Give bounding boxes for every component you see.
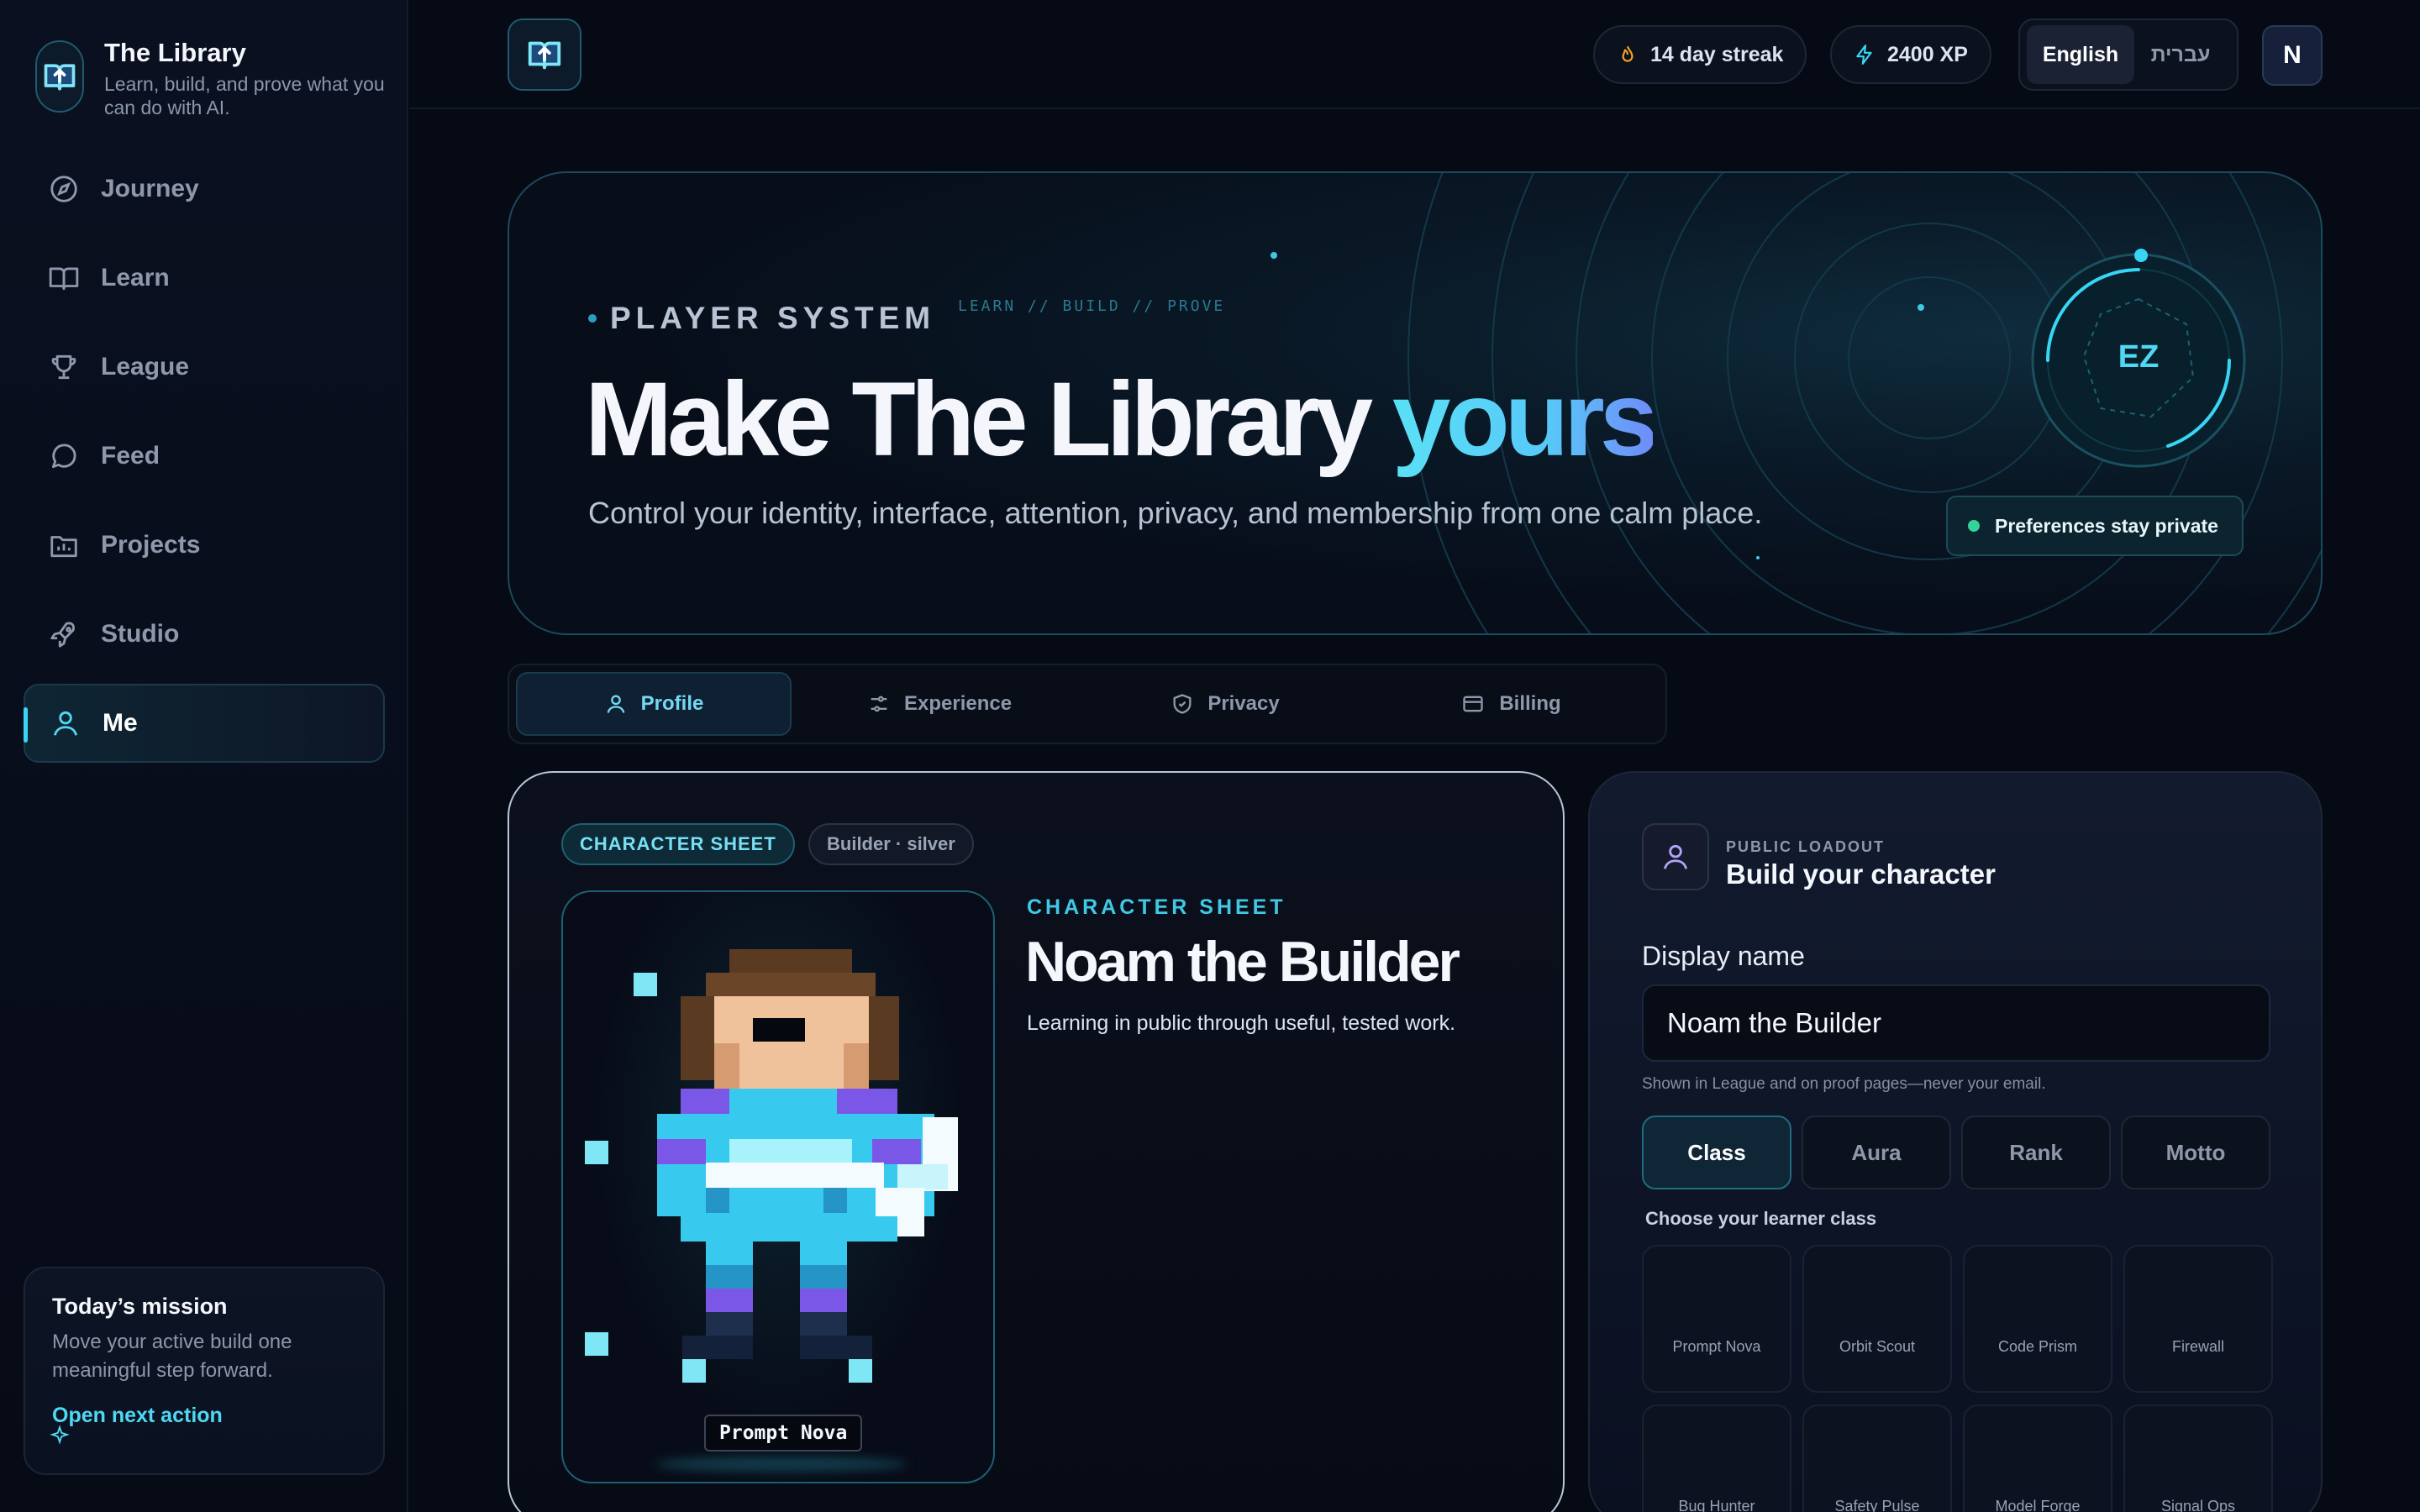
nav-label: Learn bbox=[101, 264, 170, 291]
tab-experience[interactable]: Experience bbox=[802, 672, 1077, 736]
class-rank-chip: Builder · silver bbox=[808, 823, 974, 865]
status-dot bbox=[1968, 520, 1980, 532]
portrait-class-label: Prompt Nova bbox=[704, 1415, 863, 1452]
character-sheet-chip: CHARACTER SHEET bbox=[561, 823, 795, 865]
hero-title: Make The Library yours bbox=[585, 361, 1658, 478]
nav-label: Me bbox=[103, 709, 138, 737]
rocket-icon bbox=[47, 617, 81, 651]
sliders-icon bbox=[867, 692, 891, 716]
nav-label: Studio bbox=[101, 620, 180, 648]
streak-text: 14 day streak bbox=[1650, 42, 1784, 66]
library-logo-icon bbox=[35, 40, 84, 113]
loadout-eyebrow: PUBLIC LOADOUT bbox=[1726, 838, 1885, 855]
character-portrait: Prompt Nova bbox=[561, 890, 995, 1483]
sidebar: The Library Learn, build, and prove what… bbox=[0, 0, 408, 1512]
folder-chart-icon bbox=[47, 528, 81, 562]
book-icon bbox=[47, 261, 81, 295]
xp-pill[interactable]: 2400 XP bbox=[1830, 25, 1991, 84]
nav-label: Projects bbox=[101, 531, 201, 559]
public-loadout-panel: PUBLIC LOADOUT Build your character Disp… bbox=[1588, 771, 2323, 1512]
nav-item-studio[interactable]: Studio bbox=[24, 595, 385, 674]
compass-icon bbox=[47, 172, 81, 206]
user-icon bbox=[1642, 823, 1709, 890]
segment-aura[interactable]: Aura bbox=[1802, 1116, 1951, 1189]
nav-item-me[interactable]: Me bbox=[24, 684, 385, 763]
loadout-title: Build your character bbox=[1726, 858, 1996, 890]
display-name-help: Shown in League and on proof pages—never… bbox=[1642, 1075, 2046, 1093]
class-option-prompt-nova[interactable]: Prompt Nova bbox=[1642, 1245, 1791, 1393]
learner-class-grid: Prompt Nova Orbit Scout Code Prism Firew… bbox=[1642, 1245, 2273, 1512]
tab-privacy[interactable]: Privacy bbox=[1087, 672, 1363, 736]
display-name-input[interactable]: Noam the Builder bbox=[1642, 984, 2270, 1062]
sparkle-icon bbox=[49, 1425, 71, 1451]
tab-billing[interactable]: Billing bbox=[1373, 672, 1649, 736]
nav-item-feed[interactable]: Feed bbox=[24, 417, 385, 496]
lang-english-button[interactable]: English bbox=[2027, 25, 2134, 84]
streak-pill[interactable]: 14 day streak bbox=[1593, 25, 1807, 84]
display-name-label: Display name bbox=[1642, 941, 1805, 971]
brand-title: The Library bbox=[104, 38, 246, 67]
segment-class[interactable]: Class bbox=[1642, 1116, 1791, 1189]
brand[interactable]: The Library Learn, build, and prove what… bbox=[35, 37, 390, 119]
lightning-icon bbox=[1854, 44, 1876, 66]
character-sheet-eyebrow: CHARACTER SHEET bbox=[1027, 895, 1286, 919]
privacy-note-pill: Preferences stay private bbox=[1946, 496, 2244, 556]
segment-rank[interactable]: Rank bbox=[1961, 1116, 2111, 1189]
trophy-icon bbox=[47, 350, 81, 384]
brand-subtitle: Learn, build, and prove what you can do … bbox=[104, 73, 385, 118]
credit-card-icon bbox=[1460, 692, 1486, 716]
class-option-bug-hunter[interactable]: Bug Hunter bbox=[1642, 1404, 1791, 1512]
nav-label: League bbox=[101, 353, 190, 381]
settings-tabs: Profile Experience Privacy Billing bbox=[508, 664, 1667, 744]
nav-label: Journey bbox=[101, 175, 199, 202]
hero-banner: PLAYER SYSTEM LEARN // BUILD // PROVE Ma… bbox=[508, 171, 2323, 635]
mission-title: Today’s mission bbox=[52, 1294, 228, 1319]
tab-profile[interactable]: Profile bbox=[516, 672, 792, 736]
user-icon bbox=[49, 706, 82, 740]
class-option-model-forge[interactable]: Model Forge bbox=[1963, 1404, 2112, 1512]
hero-mono-tag: LEARN // BUILD // PROVE bbox=[958, 297, 1226, 315]
class-option-orbit-scout[interactable]: Orbit Scout bbox=[1802, 1245, 1952, 1393]
class-option-safety-pulse[interactable]: Safety Pulse bbox=[1802, 1404, 1952, 1512]
class-option-signal-ops[interactable]: Signal Ops bbox=[2123, 1404, 2273, 1512]
chat-bubble-icon bbox=[47, 439, 81, 473]
main-nav: Journey Learn League Feed Projects Studi… bbox=[24, 150, 385, 773]
home-logo-button[interactable] bbox=[508, 18, 581, 91]
user-icon bbox=[604, 692, 628, 716]
badge-initials: EZ bbox=[2118, 339, 2160, 375]
player-badge: EZ bbox=[2008, 222, 2269, 486]
top-bar: 14 day streak 2400 XP English עברית N bbox=[410, 0, 2420, 109]
segment-motto[interactable]: Motto bbox=[2121, 1116, 2270, 1189]
account-avatar-button[interactable]: N bbox=[2262, 25, 2323, 86]
class-option-firewall[interactable]: Firewall bbox=[2123, 1245, 2273, 1393]
pixel-character-sprite bbox=[585, 949, 958, 1383]
nav-item-projects[interactable]: Projects bbox=[24, 506, 385, 585]
lang-hebrew-button[interactable]: עברית bbox=[2134, 25, 2227, 84]
language-switcher: English עברית bbox=[2018, 18, 2238, 91]
loadout-segment-control: Class Aura Rank Motto bbox=[1642, 1116, 2270, 1189]
shield-check-icon bbox=[1171, 692, 1194, 716]
character-tagline: Learning in public through useful, teste… bbox=[1027, 1011, 1456, 1035]
nav-item-learn[interactable]: Learn bbox=[24, 239, 385, 318]
hero-subtitle: Control your identity, interface, attent… bbox=[588, 496, 1763, 530]
nav-item-journey[interactable]: Journey bbox=[24, 150, 385, 228]
open-next-action-link[interactable]: Open next action bbox=[52, 1404, 356, 1428]
todays-mission-card: Today’s mission Move your active build o… bbox=[24, 1267, 385, 1475]
choose-class-heading: Choose your learner class bbox=[1645, 1208, 1877, 1229]
character-sheet-card: CHARACTER SHEET Builder · silver Prompt … bbox=[508, 771, 1565, 1512]
xp-text: 2400 XP bbox=[1887, 42, 1968, 66]
hero-eyebrow: PLAYER SYSTEM bbox=[588, 301, 935, 336]
character-name: Noam the Builder bbox=[1025, 930, 1460, 994]
nav-item-league[interactable]: League bbox=[24, 328, 385, 407]
mission-text: Move your active build one meaningful st… bbox=[52, 1331, 292, 1382]
flame-icon bbox=[1617, 44, 1639, 66]
nav-label: Feed bbox=[101, 442, 160, 470]
class-option-code-prism[interactable]: Code Prism bbox=[1963, 1245, 2112, 1393]
